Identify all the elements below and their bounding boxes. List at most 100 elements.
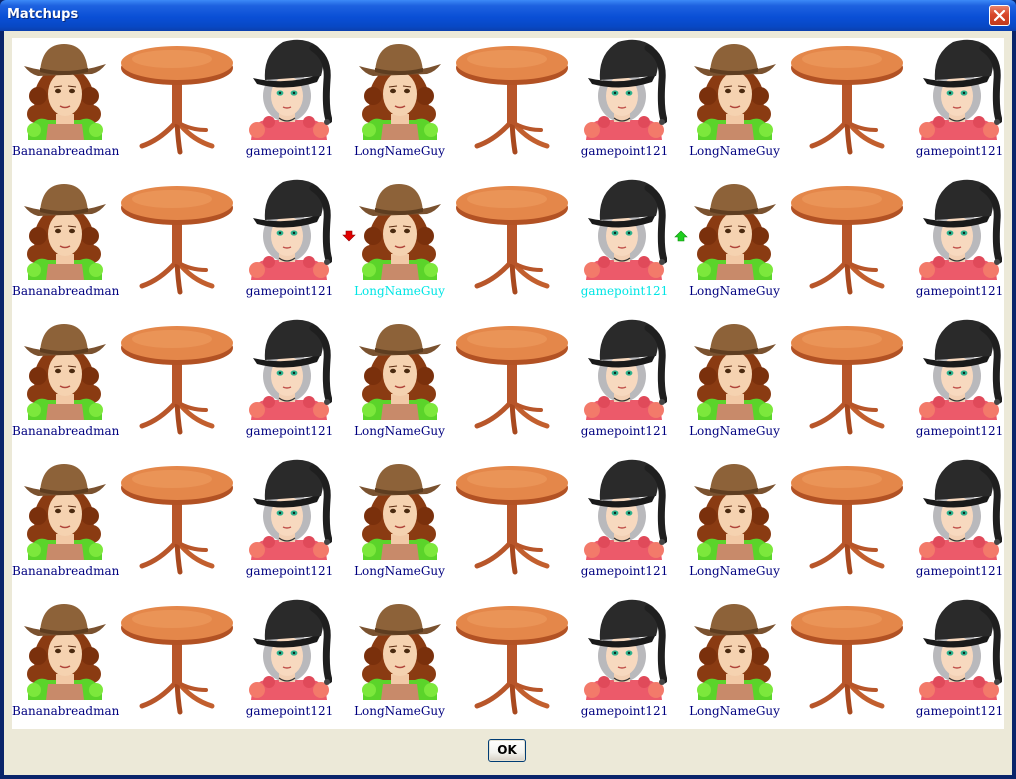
player-left[interactable]: LongNameGuy — [682, 38, 787, 178]
player-name: LongNameGuy — [689, 704, 780, 718]
player-left[interactable]: LongNameGuy — [682, 318, 787, 458]
witch-avatar-icon — [919, 459, 1002, 560]
green-up-arrow-icon[interactable] — [674, 230, 688, 242]
player-right[interactable]: gamepoint121 — [572, 598, 677, 738]
player-name: gamepoint121 — [245, 424, 334, 438]
witch-avatar-icon — [249, 319, 332, 420]
player-left[interactable]: LongNameGuy — [347, 178, 452, 318]
player-left[interactable]: LongNameGuy — [347, 38, 452, 178]
player-left[interactable]: Bananabreadman — [12, 458, 120, 598]
witch-avatar-icon — [249, 39, 332, 140]
player-name: gamepoint121 — [245, 564, 334, 578]
button-bar: OK — [4, 729, 1012, 775]
player-left[interactable]: Bananabreadman — [12, 178, 120, 318]
matchup-row: Bananabreadman gamepoint121 LongNameGuy gam… — [12, 318, 1004, 458]
matchups-grid: Bananabreadman gamepoint121 LongNameGuy gam… — [12, 38, 1004, 729]
witch-avatar-icon — [249, 179, 332, 280]
player-name: Bananabreadman — [12, 564, 120, 578]
player-name: gamepoint121 — [915, 424, 1004, 438]
witch-avatar-icon — [584, 179, 667, 280]
player-right[interactable]: gamepoint121 — [907, 178, 1012, 318]
witch-avatar-icon — [919, 179, 1002, 280]
table-icon — [120, 184, 235, 296]
player-name: gamepoint121 — [915, 704, 1004, 718]
player-right[interactable]: gamepoint121 — [572, 38, 677, 178]
close-icon — [993, 9, 1006, 22]
cowgirl-avatar-icon — [359, 464, 441, 560]
player-right[interactable]: gamepoint121 — [907, 598, 1012, 738]
player-name: LongNameGuy — [689, 564, 780, 578]
player-left[interactable]: LongNameGuy — [347, 598, 452, 738]
player-left[interactable]: LongNameGuy — [347, 458, 452, 598]
player-left[interactable]: LongNameGuy — [682, 178, 787, 318]
matchup: LongNameGuy gamepoint121 — [347, 458, 677, 598]
witch-avatar-icon — [584, 319, 667, 420]
player-right[interactable]: gamepoint121 — [572, 178, 677, 318]
player-right[interactable]: gamepoint121 — [907, 318, 1012, 458]
matchup: LongNameGuy gamepoint121 — [682, 38, 1012, 178]
matchup: Bananabreadman gamepoint121 — [12, 458, 342, 598]
table-icon — [120, 604, 235, 716]
matchup: LongNameGuy gamepoint121 — [347, 38, 677, 178]
table-icon — [790, 604, 905, 716]
matchup: LongNameGuy gamepoint121 — [347, 178, 677, 318]
matchup-row: Bananabreadman gamepoint121 LongNameGuy gam… — [12, 38, 1004, 178]
table-icon — [790, 324, 905, 436]
player-right[interactable]: gamepoint121 — [237, 178, 342, 318]
witch-avatar-icon — [919, 319, 1002, 420]
table-icon — [790, 184, 905, 296]
witch-avatar-icon — [584, 459, 667, 560]
witch-avatar-icon — [919, 39, 1002, 140]
matchup: LongNameGuy gamepoint121 — [682, 318, 1012, 458]
cowgirl-avatar-icon — [694, 324, 776, 420]
matchup: LongNameGuy gamepoint121 — [347, 598, 677, 738]
cowgirl-avatar-icon — [359, 44, 441, 140]
player-name: gamepoint121 — [580, 424, 669, 438]
red-down-arrow-icon[interactable] — [342, 230, 356, 242]
title-bar[interactable]: Matchups — [0, 0, 1016, 31]
player-left[interactable]: Bananabreadman — [12, 318, 119, 458]
cowgirl-avatar-icon — [694, 604, 776, 700]
table-icon — [120, 464, 235, 576]
player-right[interactable]: gamepoint121 — [237, 38, 342, 178]
window-title: Matchups — [7, 7, 79, 22]
player-name: LongNameGuy — [354, 564, 445, 578]
player-name: gamepoint121 — [245, 284, 334, 298]
witch-avatar-icon — [919, 599, 1002, 700]
player-name: LongNameGuy — [689, 144, 780, 158]
cowgirl-avatar-icon — [694, 44, 776, 140]
matchup: LongNameGuy gamepoint121 — [682, 178, 1012, 318]
table-icon — [790, 464, 905, 576]
witch-avatar-icon — [584, 39, 667, 140]
player-name: Bananabreadman — [12, 284, 120, 298]
matchup: LongNameGuy gamepoint121 — [682, 598, 1012, 738]
close-button[interactable] — [989, 5, 1010, 26]
matchup: Bananabreadman gamepoint121 — [12, 38, 342, 178]
player-right[interactable]: gamepoint121 — [907, 38, 1012, 178]
player-left[interactable]: LongNameGuy — [682, 458, 787, 598]
player-name: gamepoint121 — [580, 704, 669, 718]
matchup-row: Bananabreadman gamepoint121 LongNameGuy gam… — [12, 598, 1004, 738]
player-name: gamepoint121 — [245, 704, 334, 718]
matchup-row: Bananabreadman gamepoint121 LongNameGuy gam… — [12, 178, 1004, 318]
cowgirl-avatar-icon — [359, 604, 441, 700]
cowgirl-avatar-icon — [24, 44, 106, 140]
player-right[interactable]: gamepoint121 — [237, 598, 342, 738]
witch-avatar-icon — [584, 599, 667, 700]
matchups-dialog: Matchups Bananabreadman gamepoint121 LongN… — [0, 0, 1016, 779]
player-right[interactable]: gamepoint121 — [572, 318, 677, 458]
player-right[interactable]: gamepoint121 — [907, 458, 1012, 598]
witch-avatar-icon — [249, 459, 332, 560]
player-left[interactable]: Bananabreadman — [12, 38, 119, 178]
player-right[interactable]: gamepoint121 — [237, 318, 342, 458]
ok-button[interactable]: OK — [488, 739, 526, 762]
player-left[interactable]: LongNameGuy — [682, 598, 787, 738]
player-left[interactable]: LongNameGuy — [347, 318, 452, 458]
table-icon — [120, 324, 235, 436]
table-icon — [120, 44, 235, 156]
player-left[interactable]: Bananabreadman — [12, 598, 119, 738]
matchup: Bananabreadman gamepoint121 — [12, 598, 342, 738]
player-name: LongNameGuy — [354, 424, 445, 438]
player-right[interactable]: gamepoint121 — [572, 458, 677, 598]
player-right[interactable]: gamepoint121 — [237, 458, 342, 598]
